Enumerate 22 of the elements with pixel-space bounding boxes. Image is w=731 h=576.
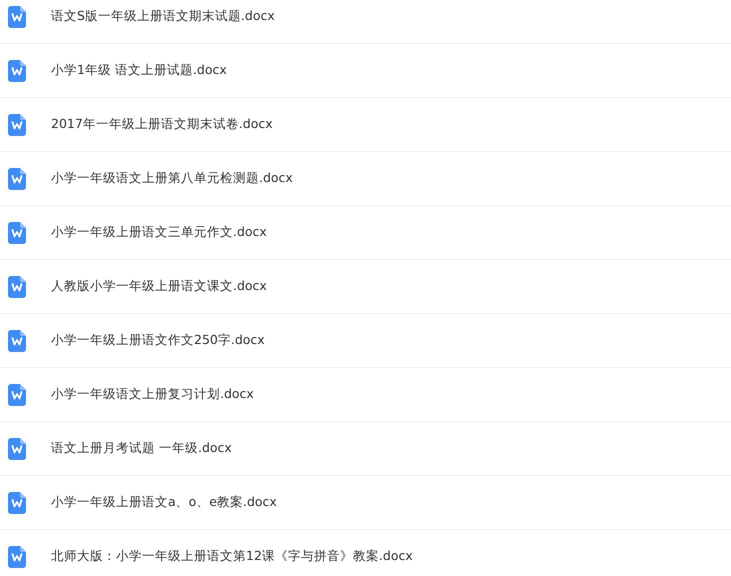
file-name[interactable]: 小学1年级 语文上册试题.docx [51,62,227,79]
file-name[interactable]: 人教版小学一年级上册语文课文.docx [51,278,267,295]
file-name[interactable]: 小学一年级上册语文三单元作文.docx [51,224,267,241]
document-icon [8,6,26,28]
file-name[interactable]: 小学一年级语文上册第八单元检测题.docx [51,170,293,187]
file-name[interactable]: 语文S版一年级上册语文期末试题.docx [51,8,275,25]
document-icon [8,222,26,244]
document-icon [8,492,26,514]
document-icon [8,168,26,190]
document-icon [8,60,26,82]
file-name[interactable]: 小学一年级上册语文a、o、e教案.docx [51,494,277,511]
document-icon [8,384,26,406]
file-name[interactable]: 2017年一年级上册语文期末试卷.docx [51,116,273,133]
document-icon [8,438,26,460]
document-icon [8,276,26,298]
file-name[interactable]: 小学一年级语文上册复习计划.docx [51,386,254,403]
file-name[interactable]: 北师大版：小学一年级上册语文第12课《字与拼音》教案.docx [51,548,413,565]
document-icon [8,114,26,136]
document-icon [8,330,26,352]
document-icon [8,546,26,568]
file-name[interactable]: 小学一年级上册语文作文250字.docx [51,332,265,349]
file-name[interactable]: 语文上册月考试题 一年级.docx [51,440,232,457]
